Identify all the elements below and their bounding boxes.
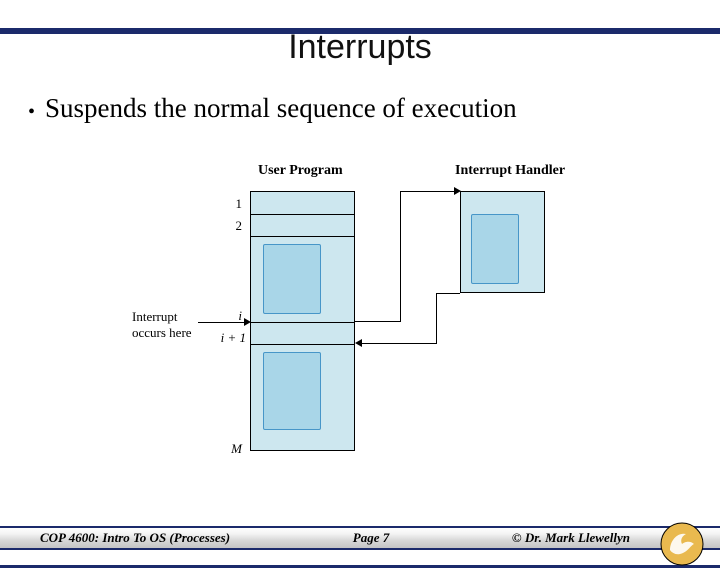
row-label-2: 2	[212, 218, 242, 234]
footer: COP 4600: Intro To OS (Processes) Page 7…	[0, 526, 720, 568]
ucf-pegasus-logo	[660, 522, 704, 566]
interrupt-handler-column	[460, 191, 545, 293]
bullet-item: • Suspends the normal sequence of execut…	[28, 93, 720, 124]
conn2-v	[436, 293, 437, 343]
row-divider	[251, 236, 354, 237]
conn2-h1	[436, 293, 460, 294]
label-user-program: User Program	[258, 163, 343, 179]
conn1-h1	[355, 321, 400, 322]
row-label-M: M	[212, 441, 242, 457]
conn2-arrow	[355, 339, 362, 347]
row-divider	[251, 344, 354, 345]
label-interrupt-handler: Interrupt Handler	[455, 163, 565, 179]
interrupt-diagram: User Program Interrupt Handler 1 2 i i +…	[140, 163, 600, 473]
bullet-text: Suspends the normal sequence of executio…	[45, 93, 517, 124]
user-block-bottom	[263, 352, 321, 430]
note-arrow-head	[244, 318, 251, 326]
footer-rule-bottom	[0, 565, 720, 568]
footer-bar: COP 4600: Intro To OS (Processes) Page 7…	[0, 526, 720, 550]
note-arrow-line	[198, 322, 246, 323]
row-label-1: 1	[212, 196, 242, 212]
conn2-h2	[361, 343, 437, 344]
user-program-column	[250, 191, 355, 451]
handler-block	[471, 214, 519, 284]
user-block-top	[263, 244, 321, 314]
top-rule	[0, 28, 720, 34]
row-label-i1: i + 1	[206, 330, 246, 346]
conn1-h2	[400, 191, 456, 192]
row-divider	[251, 214, 354, 215]
conn1-v	[400, 191, 401, 322]
row-divider	[251, 322, 354, 323]
footer-author: © Dr. Mark Llewellyn	[512, 530, 630, 546]
bullet-marker: •	[28, 101, 35, 124]
footer-course: COP 4600: Intro To OS (Processes)	[40, 530, 230, 546]
footer-page: Page 7	[353, 530, 389, 546]
conn1-arrow	[454, 187, 461, 195]
interrupt-note: Interruptoccurs here	[132, 309, 202, 340]
